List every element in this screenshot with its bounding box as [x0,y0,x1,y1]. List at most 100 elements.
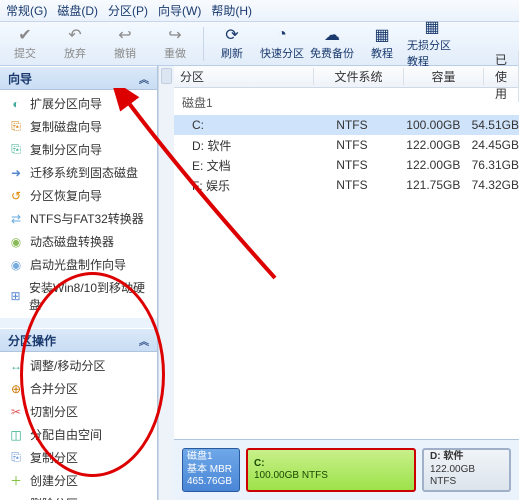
wizard-item[interactable]: ⇄NTFS与FAT32转换器 [0,207,157,230]
wizard-label: 扩展分区向导 [30,95,102,112]
wizard-label: 复制磁盘向导 [30,118,102,135]
tool-撤销[interactable]: ↩撤销 [100,24,150,64]
operation-label: 分配自由空间 [30,426,102,443]
cell-partition: F: 娱乐 [192,177,309,194]
menu-general[interactable]: 常规(G) [6,2,47,19]
wizard-item[interactable]: ⎘ 复制磁盘向导 [0,115,157,138]
operation-label: 删除分区 [30,495,78,500]
wizard-label: 动态磁盘转换器 [30,233,114,250]
operation-item[interactable]: － 删除分区 [0,492,157,500]
cell-partition: C: [192,118,309,132]
cell-partition: D: 软件 [192,137,309,154]
disk-title: 磁盘1 [174,88,519,115]
operation-item[interactable]: ◫分配自由空间 [0,423,157,446]
partition-row[interactable]: F: 娱乐NTFS121.75GB74.32GB [174,175,519,195]
tool-刷新[interactable]: ⟳刷新 [207,24,257,64]
menu-wizard[interactable]: 向导(W) [158,2,201,19]
tool-label: 刷新 [221,45,243,61]
disk-block-size: 465.76GB [187,476,235,489]
wizard-label: 安装Win8/10到移动硬盘 [29,279,149,313]
partition-row[interactable]: E: 文档NTFS122.00GB76.31GB [174,155,519,175]
cell-capacity: 122.00GB [395,158,472,172]
menu-disk[interactable]: 磁盘(D) [57,2,98,19]
col-capacity[interactable]: 容量 [404,68,484,85]
operation-item[interactable]: ⊕合并分区 [0,377,157,400]
tool-label: 教程 [371,45,393,61]
operations-panel-header[interactable]: 分区操作 ︽ [0,328,157,352]
operation-label: 复制分区 [30,449,78,466]
tool-label: 撤销 [114,45,136,61]
cell-used: 24.45GB [472,138,519,152]
wizard-label: 分区恢复向导 [30,187,102,204]
tool-label: 提交 [14,45,36,61]
tool-icon: ☁ [323,26,341,44]
cell-fs: NTFS [309,158,395,172]
wizard-item[interactable]: ◐扩展分区向导 [0,92,157,115]
wizard-item[interactable]: ◉ 动态磁盘转换器 [0,230,157,253]
tool-icon: ▦ [423,18,441,36]
partition-block-c[interactable]: C: 100.00GB NTFS [246,448,416,492]
operation-item[interactable]: ⎘ 复制分区 [0,446,157,469]
cell-used: 76.31GB [472,158,519,172]
tool-label: 无损分区教程 [407,37,457,69]
operation-icon: ⎘ [8,450,24,466]
cell-capacity: 122.00GB [395,138,472,152]
operation-label: 切割分区 [30,403,78,420]
operation-icon: ＋ [8,473,24,489]
tool-icon: ✔ [16,26,34,44]
operation-icon: ⊕ [8,381,24,397]
tool-label: 快速分区 [260,45,304,61]
wizard-icon: ⇄ [8,211,24,227]
wizard-icon: ⎘ [8,119,24,135]
tool-提交[interactable]: ✔提交 [0,24,50,64]
wizard-icon: ➜ [8,165,24,181]
wizard-item[interactable]: ↺分区恢复向导 [0,184,157,207]
tool-icon: ◔ [273,26,291,44]
partition-row[interactable]: D: 软件NTFS122.00GB24.45GB [174,135,519,155]
tool-快速分区[interactable]: ◔快速分区 [257,24,307,64]
operation-icon: － [8,496,24,500]
operation-item[interactable]: ＋ 创建分区 [0,469,157,492]
partition-row[interactable]: C:NTFS100.00GB54.51GB [174,115,519,135]
partition-block-d[interactable]: D: 软件 122.00GB NTFS [422,448,511,492]
disk-block[interactable]: 磁盘1 基本 MBR 465.76GB [182,448,240,492]
sidebar-scrollbar[interactable] [158,66,174,500]
cell-capacity: 100.00GB [395,118,472,132]
wizard-item[interactable]: ⊞安装Win8/10到移动硬盘 [0,276,157,316]
tool-label: 重做 [164,45,186,61]
cell-fs: NTFS [309,118,395,132]
wizard-label: 启动光盘制作向导 [30,256,126,273]
cell-capacity: 121.75GB [395,178,472,192]
sidebar: 向导 ︽ ◐扩展分区向导 ⎘ 复制磁盘向导 ⎘复制分区向导 ➜ 迁移系统到固态磁盘 ↺分区恢… [0,66,158,500]
cell-used: 54.51GB [472,118,519,132]
menu-help[interactable]: 帮助(H) [211,2,252,19]
wizard-item[interactable]: ➜ 迁移系统到固态磁盘 [0,161,157,184]
wizard-panel-header[interactable]: 向导 ︽ [0,66,157,90]
tool-label: 免费备份 [310,45,354,61]
operation-item[interactable]: ✂切割分区 [0,400,157,423]
menu-partition[interactable]: 分区(P) [108,2,148,19]
tool-无损分区教程[interactable]: ▦无损分区教程 [407,24,457,64]
partition-block-info: 122.00GB NTFS [430,464,503,489]
operation-label: 调整/移动分区 [30,357,105,374]
operations-panel-body: ↔调整/移动分区⊕合并分区✂切割分区◫分配自由空间 ⎘ 复制分区 ＋ 创建分区 － 删除分区… [0,352,157,500]
tool-icon: ⟳ [223,26,241,44]
partition-block-label: D: 软件 [430,451,503,464]
wizard-icon: ◉ [8,234,24,250]
operation-item[interactable]: ↔调整/移动分区 [0,354,157,377]
operation-label: 创建分区 [30,472,78,489]
col-filesystem[interactable]: 文件系统 [314,68,404,85]
chevron-up-icon: ︽ [139,333,149,348]
wizard-icon: ◉ [8,257,24,273]
wizard-item[interactable]: ◉ 启动光盘制作向导 [0,253,157,276]
col-partition[interactable]: 分区 [174,68,314,85]
wizard-item[interactable]: ⎘复制分区向导 [0,138,157,161]
chevron-up-icon: ︽ [139,71,149,86]
disk-block-name: 磁盘1 [187,451,235,464]
tool-免费备份[interactable]: ☁免费备份 [307,24,357,64]
tool-重做[interactable]: ↪重做 [150,24,200,64]
tool-放弃[interactable]: ↶放弃 [50,24,100,64]
wizard-label: 迁移系统到固态磁盘 [30,164,138,181]
tool-教程[interactable]: ▦教程 [357,24,407,64]
tool-label: 放弃 [64,45,86,61]
